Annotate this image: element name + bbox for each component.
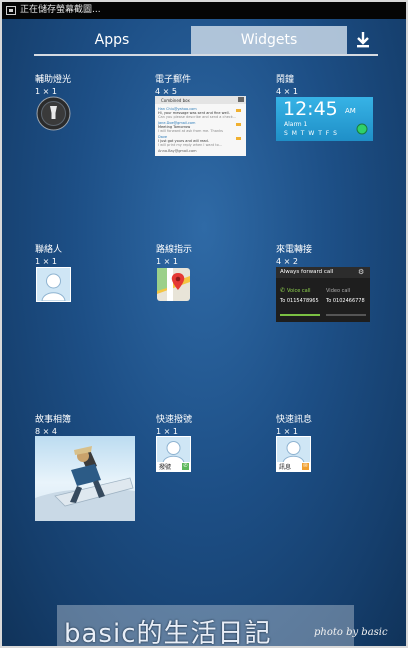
email-row: Han Chiu@yahoo.com Hi, your message was … xyxy=(158,107,237,119)
flashlight-icon xyxy=(36,96,71,131)
widget-name-flashlight: 輔助燈光 xyxy=(35,75,72,85)
widget-flashlight[interactable] xyxy=(36,96,71,131)
screenshot-icon xyxy=(6,6,16,15)
widget-direct-dial[interactable]: 撥號 ✆ xyxy=(156,436,191,472)
widget-size-flashlight: 1 × 1 xyxy=(35,87,57,96)
video-call-number: To 0102466778 xyxy=(326,298,365,304)
alarm-clock-icon xyxy=(356,123,368,135)
status-text: 正在儲存螢幕截圖... xyxy=(20,5,101,15)
voice-call-number: To 0115478965 xyxy=(280,298,319,304)
widget-size-direct-message: 1 × 1 xyxy=(276,427,298,436)
email-row: Jane.Doe@gmail.com Meeting Tomorrow I wi… xyxy=(158,121,223,133)
widget-size-email: 4 × 5 xyxy=(155,87,177,96)
contact-avatar-icon xyxy=(162,441,185,463)
tab-bar: Apps Widgets xyxy=(34,26,378,56)
widget-name-directions: 路線指示 xyxy=(156,245,193,255)
email-footer: Anna.Bay@gmail.com xyxy=(158,149,197,153)
email-compose-icon xyxy=(238,97,244,102)
status-bar: 正在儲存螢幕截圖... xyxy=(2,2,406,19)
video-call-indicator xyxy=(326,314,366,316)
email-row: Dave I just got yours and will read. I w… xyxy=(158,135,223,147)
alarm-time: 12:45 xyxy=(283,98,338,120)
widget-story-album[interactable] xyxy=(35,436,135,521)
widget-size-call-forward: 4 × 2 xyxy=(276,257,298,266)
direct-dial-label: 撥號 xyxy=(159,464,172,471)
widget-name-email: 電子郵件 xyxy=(155,75,192,85)
screen: 正在儲存螢幕截圖... Apps Widgets 輔助燈光 1 × 1 電子郵件… xyxy=(0,0,408,648)
widget-size-directions: 1 × 1 xyxy=(156,257,178,266)
widget-alarm[interactable]: 12:45 AM Alarm 1 S M T W T F S xyxy=(276,97,373,141)
voice-call-label: Voice call xyxy=(287,288,311,294)
widget-size-alarm: 4 × 1 xyxy=(276,87,298,96)
photo-signature: photo by basic xyxy=(314,627,388,638)
download-icon[interactable] xyxy=(353,30,373,50)
widget-direct-message[interactable]: 訊息 ✉ xyxy=(276,436,311,472)
message-icon: ✉ xyxy=(302,463,309,470)
tab-apps[interactable]: Apps xyxy=(34,26,190,54)
widget-email[interactable]: Combined box Han Chiu@yahoo.com Hi, your… xyxy=(155,96,246,156)
alarm-days: S M T W T F S xyxy=(284,130,338,137)
contact-avatar-icon xyxy=(37,268,70,301)
call-icon: ✆ xyxy=(280,287,286,294)
video-call-label: Video call xyxy=(326,288,351,294)
widget-name-contact: 聯絡人 xyxy=(35,245,63,255)
widget-size-direct-dial: 1 × 1 xyxy=(156,427,178,436)
maps-icon xyxy=(157,268,190,301)
alarm-ampm: AM xyxy=(345,107,356,115)
widget-contact[interactable] xyxy=(36,267,71,302)
widget-name-story-album: 故事相簿 xyxy=(35,415,72,425)
widget-name-direct-message: 快速訊息 xyxy=(276,415,313,425)
widget-size-story-album: 8 × 4 xyxy=(35,427,57,436)
story-album-photo xyxy=(35,446,135,521)
contact-avatar-icon xyxy=(282,441,305,463)
voice-call-indicator xyxy=(280,314,320,316)
widget-name-call-forward: 來電轉接 xyxy=(276,245,313,255)
alarm-label: Alarm 1 xyxy=(284,121,308,128)
email-header: Combined box xyxy=(161,98,190,103)
widget-call-forward[interactable]: Always forward call ⚙ ✆ Voice call To 01… xyxy=(276,267,370,322)
call-icon: ✆ xyxy=(182,463,189,470)
widget-name-alarm: 鬧鐘 xyxy=(276,75,295,85)
tab-underline xyxy=(34,54,378,56)
direct-message-label: 訊息 xyxy=(279,464,292,471)
widget-name-direct-dial: 快速撥號 xyxy=(156,415,193,425)
forward-title: Always forward call xyxy=(280,269,334,275)
settings-icon[interactable]: ⚙ xyxy=(358,268,364,276)
tab-widgets[interactable]: Widgets xyxy=(191,26,347,54)
watermark-text: basic的生活日記 xyxy=(64,619,272,648)
widget-size-contact: 1 × 1 xyxy=(35,257,57,266)
widget-directions[interactable] xyxy=(157,268,190,301)
